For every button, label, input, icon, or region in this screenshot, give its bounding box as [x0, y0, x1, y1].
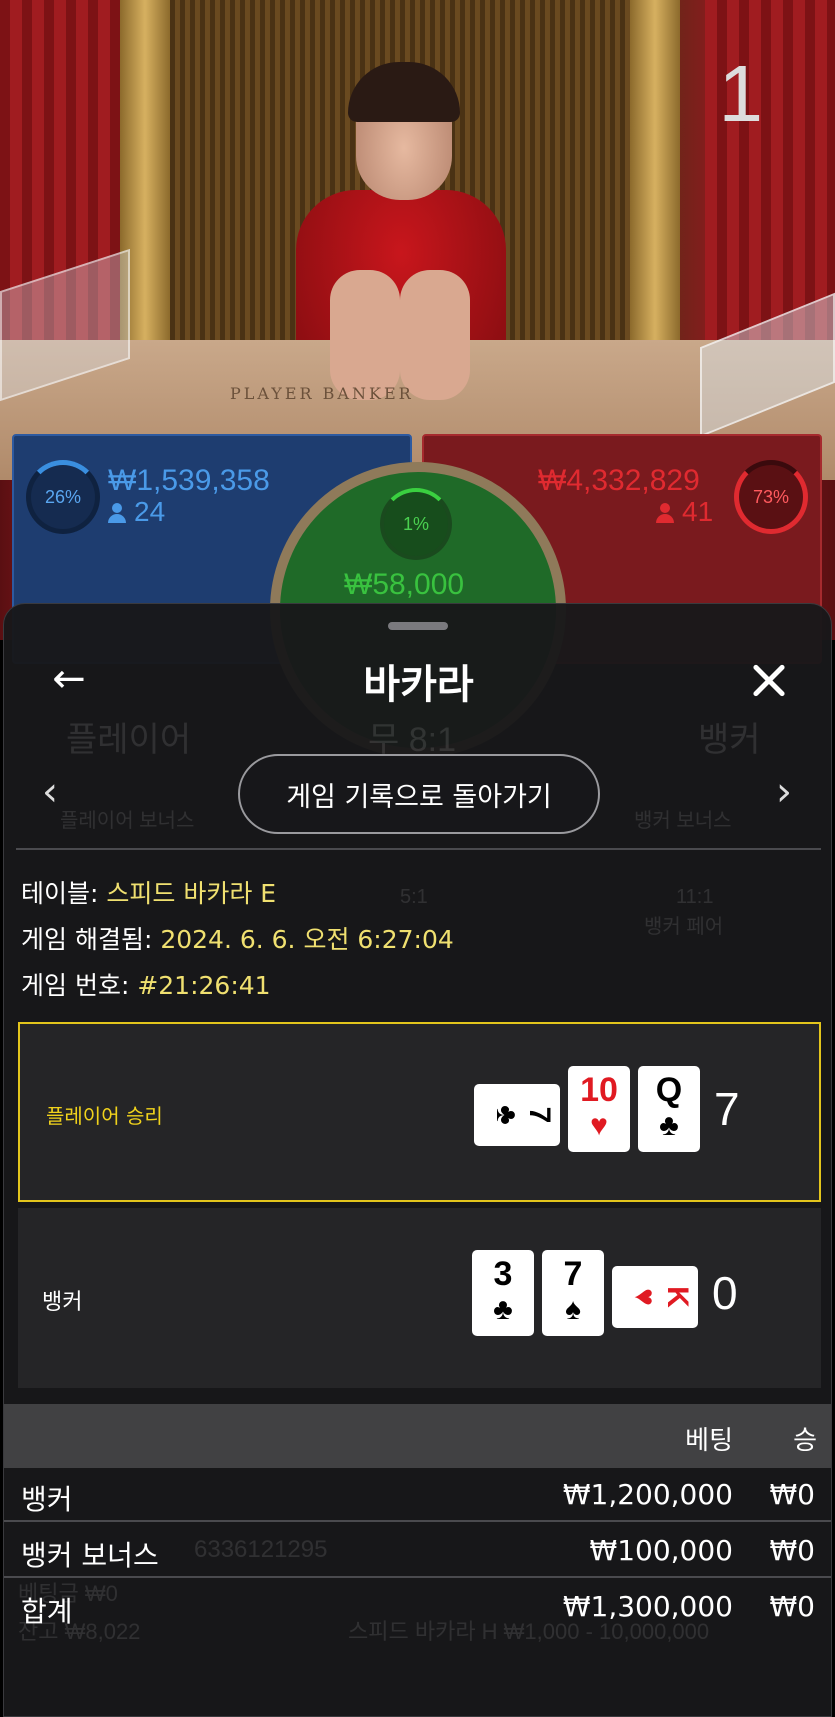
- round-number: 1: [718, 49, 764, 138]
- row-bet: ₩1,200,000: [562, 1478, 733, 1511]
- back-to-history-button[interactable]: 게임 기록으로 돌아가기: [238, 754, 600, 834]
- info-number-value: #21:26:41: [137, 971, 271, 1000]
- info-table-label: 테이블:: [21, 879, 107, 908]
- card-suit: ♥: [590, 1109, 608, 1142]
- info-resolved-label: 게임 해결됨:: [21, 925, 161, 954]
- dealer-arm-left: [330, 270, 400, 400]
- info-resolved: 게임 해결됨: 2024. 6. 6. 오전 6:27:04: [21, 920, 454, 956]
- row-bet: ₩100,000: [589, 1534, 733, 1567]
- col-win: 승: [793, 1426, 817, 1456]
- user-icon: [656, 503, 674, 523]
- row-win: ₩0: [769, 1590, 816, 1623]
- player-total-amount: ₩1,539,358: [108, 464, 270, 497]
- card-rank: 10: [580, 1071, 618, 1109]
- playing-card: 3 ♣: [472, 1250, 534, 1336]
- game-history-sheet: 플레이어 무 8:1 뱅커 플레이어 보너스 뱅커 보너스 5:1 11:1 뱅…: [3, 603, 832, 1717]
- card-rank: Q: [655, 1071, 683, 1109]
- chevron-left-icon: ‹: [42, 769, 58, 815]
- tie-percent-ring: 1%: [380, 488, 452, 560]
- table-row: 뱅커 ₩1,200,000 ₩0: [4, 1468, 831, 1522]
- playing-card: 7 ♠: [542, 1250, 604, 1336]
- player-result: 플레이어 승리: [46, 1104, 163, 1128]
- banker-count: 41: [656, 496, 713, 528]
- card-rank: K: [661, 1286, 694, 1308]
- card-suit: ♠: [565, 1293, 581, 1326]
- row-win: ₩0: [769, 1478, 816, 1511]
- sheet-title: 바카라: [363, 662, 474, 708]
- bg-pair-odds: 11:1: [676, 886, 714, 908]
- row-win: ₩0: [769, 1534, 816, 1567]
- bets-table-header: 베팅 승: [4, 1404, 831, 1468]
- player-hand: 플레이어 승리 7 ♣ 10 ♥ Q ♣ 7: [18, 1022, 821, 1202]
- playing-card: 10 ♥: [568, 1066, 630, 1152]
- card-suit: ♣: [659, 1109, 679, 1142]
- bg-player-label: 플레이어: [66, 721, 192, 759]
- table-print: PLAYER BANKER: [230, 384, 414, 403]
- banker-total-amount: ₩4,332,829: [538, 464, 700, 497]
- gold-arch-right: [630, 0, 680, 370]
- playing-card: Q ♣: [638, 1066, 700, 1152]
- info-table: 테이블: 스피드 바카라 E: [21, 874, 276, 910]
- info-number-label: 게임 번호:: [21, 971, 138, 1000]
- next-game-button[interactable]: ›: [776, 772, 792, 812]
- row-name: 뱅커: [21, 1483, 73, 1516]
- row-name: 합계: [21, 1595, 73, 1628]
- player-count-value: 24: [134, 496, 166, 527]
- banker-score: 0: [712, 1267, 738, 1319]
- info-game-number: 게임 번호: #21:26:41: [21, 966, 271, 1002]
- table-row: 뱅커 보너스 ₩100,000 ₩0: [4, 1524, 831, 1578]
- player-count: 24: [108, 496, 165, 528]
- dealer-arm-right: [400, 270, 470, 400]
- bg-tie-odds: 5:1: [400, 886, 428, 908]
- card-rank: 7: [563, 1255, 583, 1293]
- bg-banker-label: 뱅커: [698, 721, 761, 759]
- banker-count-value: 41: [682, 496, 714, 527]
- chevron-right-icon: ›: [776, 769, 792, 815]
- player-percent-ring: 26%: [26, 460, 100, 534]
- card-rank: 7: [523, 1106, 556, 1124]
- card-suit: ♣: [493, 1293, 513, 1326]
- row-bet: ₩1,300,000: [562, 1590, 733, 1623]
- bg-banker-pair: 뱅커 페어: [644, 916, 724, 938]
- table-row: 합계 ₩1,300,000 ₩0: [4, 1580, 831, 1634]
- bg-player-bonus: 플레이어 보너스: [60, 810, 195, 832]
- info-resolved-value: 2024. 6. 6. 오전 6:27:04: [160, 925, 454, 954]
- col-bet: 베팅: [685, 1426, 733, 1456]
- user-icon: [108, 503, 126, 523]
- sheet-drag-handle[interactable]: [388, 622, 448, 630]
- tie-total-amount: ₩58,000: [344, 568, 465, 601]
- banker-percent-ring: 73%: [734, 460, 808, 534]
- prev-game-button[interactable]: ‹: [42, 772, 58, 812]
- close-button[interactable]: [744, 656, 794, 706]
- banker-result: 뱅커: [42, 1290, 83, 1315]
- card-suit: ♣: [490, 1105, 523, 1125]
- card-rank: 3: [493, 1255, 513, 1293]
- row-name: 뱅커 보너스: [21, 1539, 159, 1572]
- bg-banker-bonus: 뱅커 보너스: [634, 810, 732, 832]
- banker-hand: 뱅커 3 ♣ 7 ♠ K ♥ 0: [18, 1208, 821, 1388]
- card-suit: ♥: [628, 1288, 661, 1306]
- playing-card: 7 ♣: [474, 1084, 560, 1146]
- player-score: 7: [714, 1083, 740, 1135]
- info-table-value: 스피드 바카라 E: [106, 879, 277, 908]
- divider: [16, 848, 821, 850]
- playing-card: K ♥: [612, 1266, 698, 1328]
